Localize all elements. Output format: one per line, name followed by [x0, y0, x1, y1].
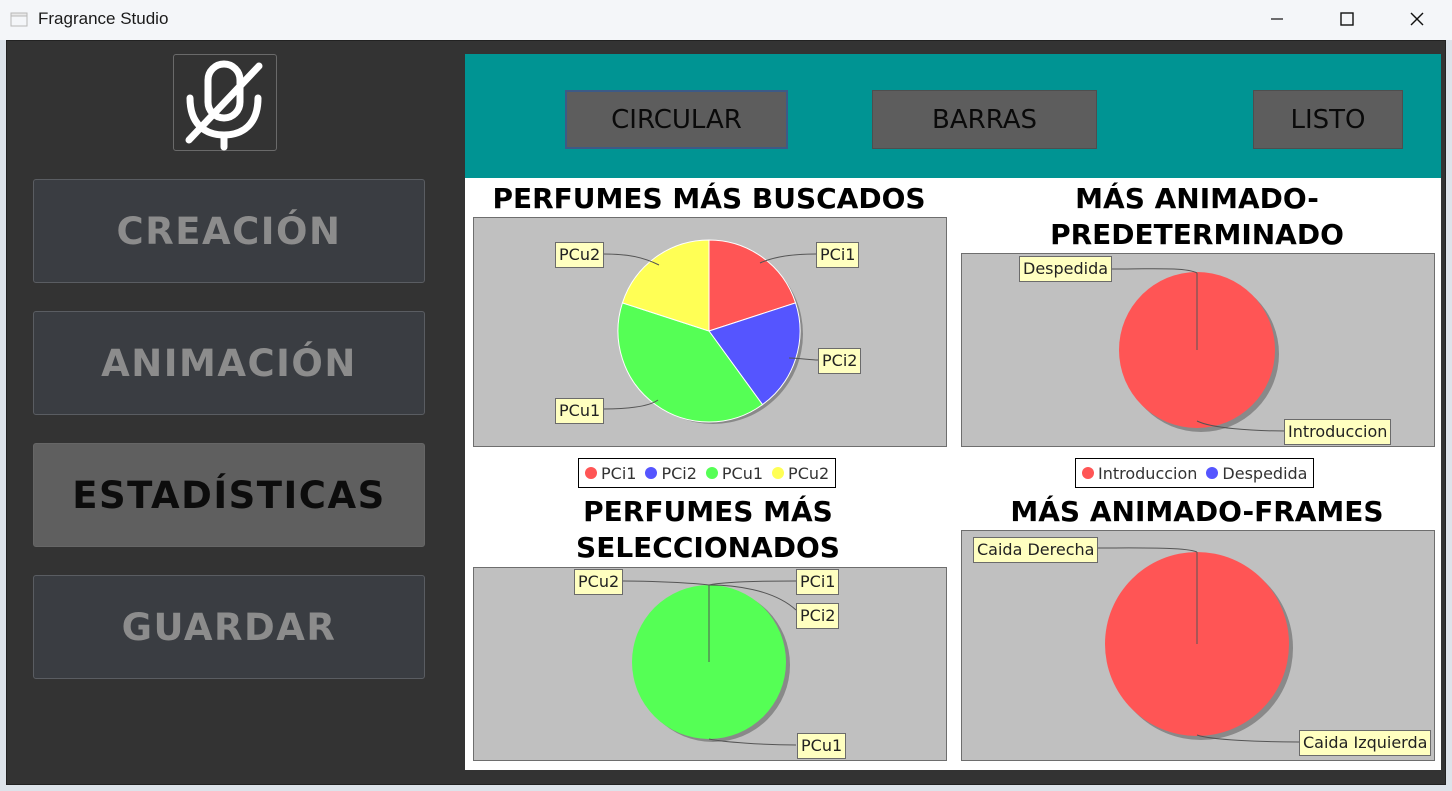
pie-slices-buscados	[617, 239, 801, 423]
close-icon	[1410, 12, 1424, 26]
minimize-button[interactable]	[1242, 0, 1312, 38]
legend-dot	[585, 467, 597, 479]
slice-label: PCu1	[797, 733, 847, 759]
legend-item: PCi2	[645, 463, 697, 483]
legend-predeterminado: Introduccion Despedida	[1075, 458, 1315, 488]
legend-item: PCu2	[772, 464, 829, 483]
slice-label: PCi2	[796, 603, 840, 629]
legend-item: PCi1	[585, 464, 636, 483]
legend-label: Despedida	[1222, 463, 1308, 483]
close-button[interactable]	[1382, 0, 1452, 38]
chart-title-seleccionados: PERFUMES MÁS SELECCIONADOS	[576, 495, 840, 564]
chart-title-predeterminado: MÁS ANIMADO-PREDETERMINADO	[1050, 182, 1344, 251]
maximize-icon	[1340, 12, 1354, 26]
barras-button[interactable]: BARRAS	[872, 90, 1097, 149]
listo-button[interactable]: LISTO	[1253, 90, 1403, 149]
slice-label: PCi2	[818, 348, 862, 374]
legend-item: Despedida	[1206, 464, 1307, 483]
legend-dot	[1206, 467, 1219, 479]
legend-label: PCi1	[601, 463, 637, 483]
window-title: Fragrance Studio	[38, 9, 169, 28]
pie-chart-predeterminado	[1108, 268, 1287, 432]
logo	[173, 54, 277, 151]
title-bar: Fragrance Studio	[0, 0, 1452, 40]
nav-guardar-button[interactable]: GUARDAR	[33, 575, 425, 679]
legend-label: PCu1	[721, 463, 764, 483]
slice-label: Caida Derecha	[973, 537, 1099, 563]
chart-title-frames: MÁS ANIMADO-FRAMES	[1010, 495, 1384, 528]
legend-buscados: PCi1 PCi2 PCu1 PCu2	[578, 458, 837, 488]
app-icon	[10, 12, 28, 27]
minimize-icon	[1271, 18, 1283, 20]
pie-chart-seleccionados	[622, 580, 797, 746]
legend-label: Introduccion	[1098, 463, 1198, 483]
slice-label: PCu2	[555, 242, 605, 268]
chart-title-buscados: PERFUMES MÁS BUSCADOS	[492, 182, 926, 215]
nav-creacion-button[interactable]: CREACIÓN	[33, 179, 425, 283]
slice-label: PCi1	[816, 242, 860, 268]
slice-label: PCu2	[574, 569, 624, 595]
slice-label: PCi1	[796, 569, 840, 595]
nav-animacion-button[interactable]: ANIMACIÓN	[33, 311, 425, 415]
legend-dot	[1082, 467, 1094, 479]
legend-item: Introduccion	[1082, 464, 1197, 483]
slice-label: Despedida	[1019, 256, 1113, 282]
mic-off-icon	[185, 60, 263, 151]
maximize-button[interactable]	[1312, 0, 1382, 38]
legend-dot	[705, 467, 718, 479]
legend-item: PCu1	[705, 463, 764, 483]
slice-label: PCu1	[555, 398, 605, 424]
pie-chart-buscados	[602, 239, 819, 424]
circular-button[interactable]: CIRCULAR	[565, 90, 788, 149]
nav-estadisticas-button[interactable]: ESTADÍSTICAS	[33, 443, 425, 547]
pie-chart-frames	[1094, 547, 1300, 743]
legend-label: PCu2	[788, 463, 830, 483]
slice-label: Caida Izquierda	[1299, 730, 1432, 756]
legend-label: PCi2	[661, 463, 697, 483]
legend-dot	[772, 467, 785, 479]
slice-label: Introduccion	[1284, 419, 1392, 445]
legend-dot	[645, 467, 658, 479]
